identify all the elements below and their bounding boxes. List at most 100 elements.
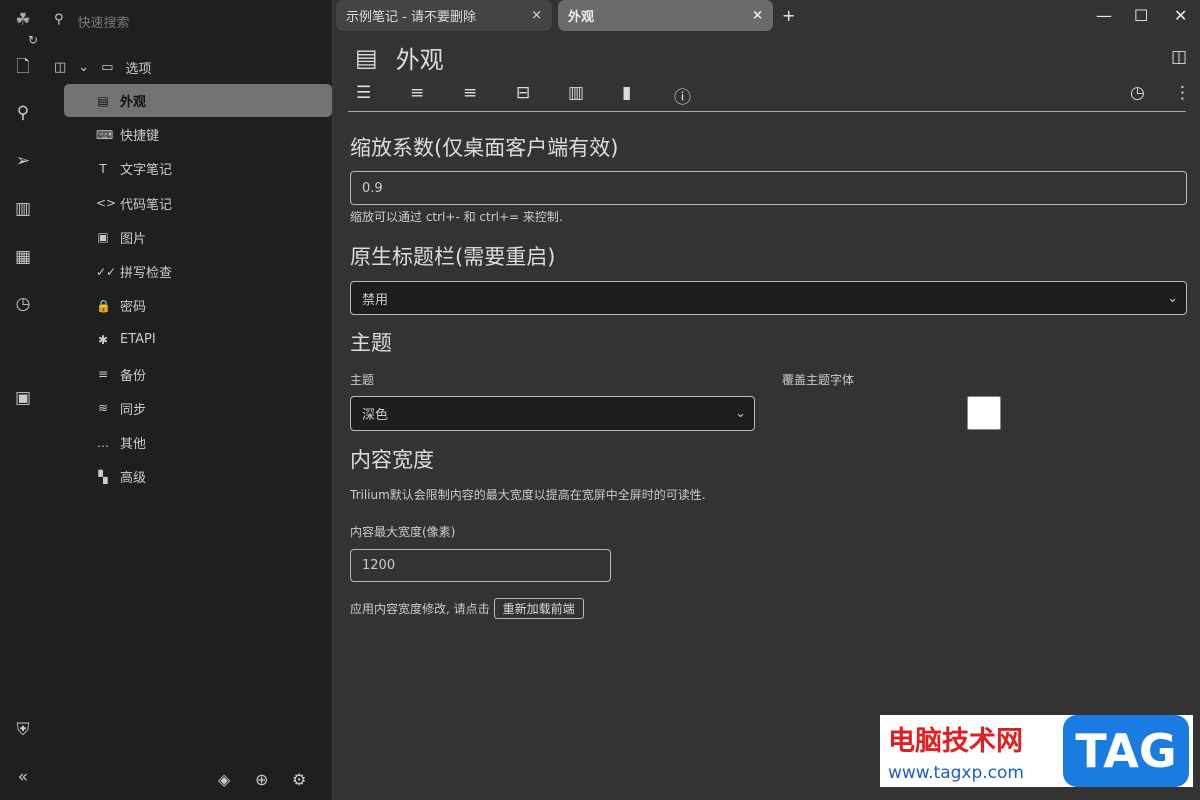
- note-map-icon[interactable]: ▥: [568, 83, 584, 103]
- close-icon[interactable]: ×: [752, 8, 763, 23]
- inherited-attributes-icon[interactable]: ≡: [463, 83, 477, 103]
- tab-label: 示例笔记 - 请不要删除: [346, 10, 476, 25]
- tree-item[interactable]: ≋ 同步: [64, 392, 332, 425]
- tree-root-options[interactable]: ◫ ⌄ ▭ 选项: [54, 51, 322, 84]
- launcher-bar: ☘ ↻ 🗋 ⚲ ➢ ▥ ▦ ◷ ▣ ⛨ «: [0, 0, 46, 800]
- note-paths-icon[interactable]: ⊟: [516, 83, 530, 103]
- tree-item-label: 高级: [120, 471, 147, 487]
- chevron-down-icon: ⌄: [1167, 290, 1178, 306]
- zoom-factor-input[interactable]: 0.9: [350, 171, 1187, 205]
- tree-item[interactable]: ▚ 高级: [64, 460, 332, 493]
- tree-item[interactable]: 🔒 密码: [64, 289, 332, 322]
- note-icon: ▤: [97, 93, 109, 108]
- apply-row: 应用内容宽度修改, 请点击 重新加载前端: [350, 598, 584, 619]
- theme-select[interactable]: 深色 ⌄: [350, 396, 755, 431]
- titlebar-heading: 原生标题栏(需要重启): [350, 245, 556, 269]
- search-icon: ⚲: [54, 12, 64, 27]
- book-icon: ▭: [101, 60, 114, 75]
- info-icon[interactable]: ⓘ: [674, 83, 691, 108]
- tree-item-label: 密码: [120, 300, 147, 316]
- tree-item[interactable]: ✱ ETAPI: [64, 323, 332, 356]
- native-titlebar-select[interactable]: 禁用 ⌄: [350, 281, 1187, 315]
- tree-item-label: 拼写检查: [120, 266, 173, 281]
- tree-item[interactable]: ✓✓ 拼写检查: [64, 255, 332, 288]
- layers-icon[interactable]: ◈: [218, 770, 230, 789]
- crosshair-icon[interactable]: ⊕: [255, 770, 268, 789]
- tree-item-label: 快捷键: [120, 129, 160, 145]
- max-width-value: 1200: [362, 558, 396, 573]
- tree-item[interactable]: … 其他: [64, 426, 332, 459]
- tree-item[interactable]: ⌨ 快捷键: [64, 118, 332, 151]
- content-width-desc: Trilium默认会限制内容的最大宽度以提高在宽屏中全屏时的可读性.: [350, 488, 706, 502]
- watermark-tag: TAG: [1063, 715, 1189, 787]
- apply-text: 应用内容宽度修改, 请点击: [350, 602, 490, 616]
- owned-attributes-icon[interactable]: ≡: [410, 83, 424, 103]
- note-icon: …: [97, 435, 109, 450]
- tree-item[interactable]: ▤ 外观: [64, 84, 332, 117]
- tree-item[interactable]: ≡ 备份: [64, 358, 332, 391]
- note-title[interactable]: 外观: [396, 40, 444, 75]
- tab-sample-notes[interactable]: 示例笔记 - 请不要删除 ×: [336, 0, 552, 31]
- tree-item[interactable]: <> 代码笔记: [64, 187, 332, 220]
- tree-item-label: 图片: [120, 231, 147, 247]
- titlebar-value: 禁用: [362, 292, 389, 308]
- max-width-input[interactable]: 1200: [350, 549, 611, 582]
- collapse-sidebar-icon[interactable]: «: [11, 765, 35, 789]
- note-title-row: ▤ 外观: [355, 40, 444, 75]
- ribbon-toolbar: ☰ ≡ ≡ ⊟ ▥ ▮ ⓘ ◷ ⋮: [348, 80, 1191, 112]
- tree-item-label: 代码笔记: [120, 197, 173, 213]
- window-close-icon[interactable]: ✕: [1174, 6, 1187, 25]
- jump-to-note-icon[interactable]: ➢: [11, 149, 35, 173]
- quick-search-input[interactable]: 快速搜索: [78, 12, 130, 31]
- note-type-icon[interactable]: ▤: [355, 44, 378, 72]
- tree-item[interactable]: ▣ 图片: [64, 221, 332, 254]
- content-width-heading: 内容宽度: [350, 448, 434, 472]
- chevron-down-icon[interactable]: ⌄: [78, 60, 89, 75]
- note-icon: <>: [96, 196, 117, 211]
- sync-icon[interactable]: ↻: [26, 28, 40, 52]
- max-width-label: 内容最大宽度(像素): [350, 525, 456, 539]
- quick-search[interactable]: ⚲ 快速搜索: [54, 12, 130, 31]
- tab-label: 外观: [568, 10, 595, 25]
- similar-notes-icon[interactable]: ▮: [622, 83, 631, 103]
- tab-bar: 示例笔记 - 请不要删除 × 外观 × + — ☐ ✕: [334, 0, 1200, 32]
- zoom-help: 缩放可以通过 ctrl+- 和 ctrl+= 来控制.: [350, 210, 563, 224]
- new-tab-icon[interactable]: +: [782, 6, 795, 25]
- theme-heading: 主题: [350, 331, 392, 355]
- note-icon: ▚: [98, 469, 108, 484]
- more-menu-icon[interactable]: ⋮: [1174, 83, 1191, 103]
- tree-item-label: ETAPI: [120, 332, 156, 348]
- override-font-label: 覆盖主题字体: [782, 373, 855, 387]
- hoist-icon[interactable]: ◫: [54, 60, 66, 75]
- watermark: 电脑技术网 www.tagxp.com TAG: [880, 715, 1193, 787]
- note-icon: ≡: [97, 367, 109, 382]
- override-font-checkbox[interactable]: [967, 396, 1001, 430]
- zoom-value: 0.9: [362, 180, 383, 196]
- new-note-icon[interactable]: 🗋: [11, 55, 35, 79]
- calendar-icon[interactable]: ▦: [11, 245, 35, 269]
- maximize-icon[interactable]: ☐: [1134, 6, 1148, 25]
- settings-sliders-icon[interactable]: ☰: [356, 83, 371, 103]
- search-icon[interactable]: ⚲: [11, 101, 35, 125]
- history-icon[interactable]: ◷: [1130, 83, 1145, 103]
- note-icon: ▣: [97, 230, 109, 245]
- note-icon: ✓✓: [96, 264, 117, 279]
- today-note-icon[interactable]: ▣: [11, 386, 35, 410]
- tree-item[interactable]: T 文字笔记: [64, 152, 332, 185]
- reload-frontend-button[interactable]: 重新加载前端: [493, 598, 584, 619]
- tree-item-label: 其他: [120, 437, 147, 452]
- gear-icon[interactable]: ⚙: [292, 770, 306, 789]
- tree-item-label: 备份: [120, 368, 147, 384]
- minimize-icon[interactable]: —: [1096, 6, 1112, 25]
- theme-value: 深色: [362, 408, 389, 423]
- note-map-icon[interactable]: ▥: [11, 197, 35, 221]
- note-icon: T: [99, 161, 107, 176]
- close-icon[interactable]: ×: [531, 8, 542, 23]
- protected-session-icon[interactable]: ⛨: [11, 718, 35, 742]
- tab-appearance[interactable]: 外观 ×: [558, 0, 773, 31]
- toggle-right-pane-icon[interactable]: ◫: [1171, 47, 1187, 67]
- theme-label: 主题: [350, 373, 375, 387]
- recent-changes-icon[interactable]: ◷: [11, 292, 35, 316]
- note-tree-panel: ⚲ 快速搜索 ◫ ⌄ ▭ 选项 ▤ 外观 ⌨ 快捷键 T 文字笔记 <> 代码笔记 ▣ 图片 ✓✓ 拼…: [46, 0, 333, 800]
- watermark-url: www.tagxp.com: [888, 763, 1024, 783]
